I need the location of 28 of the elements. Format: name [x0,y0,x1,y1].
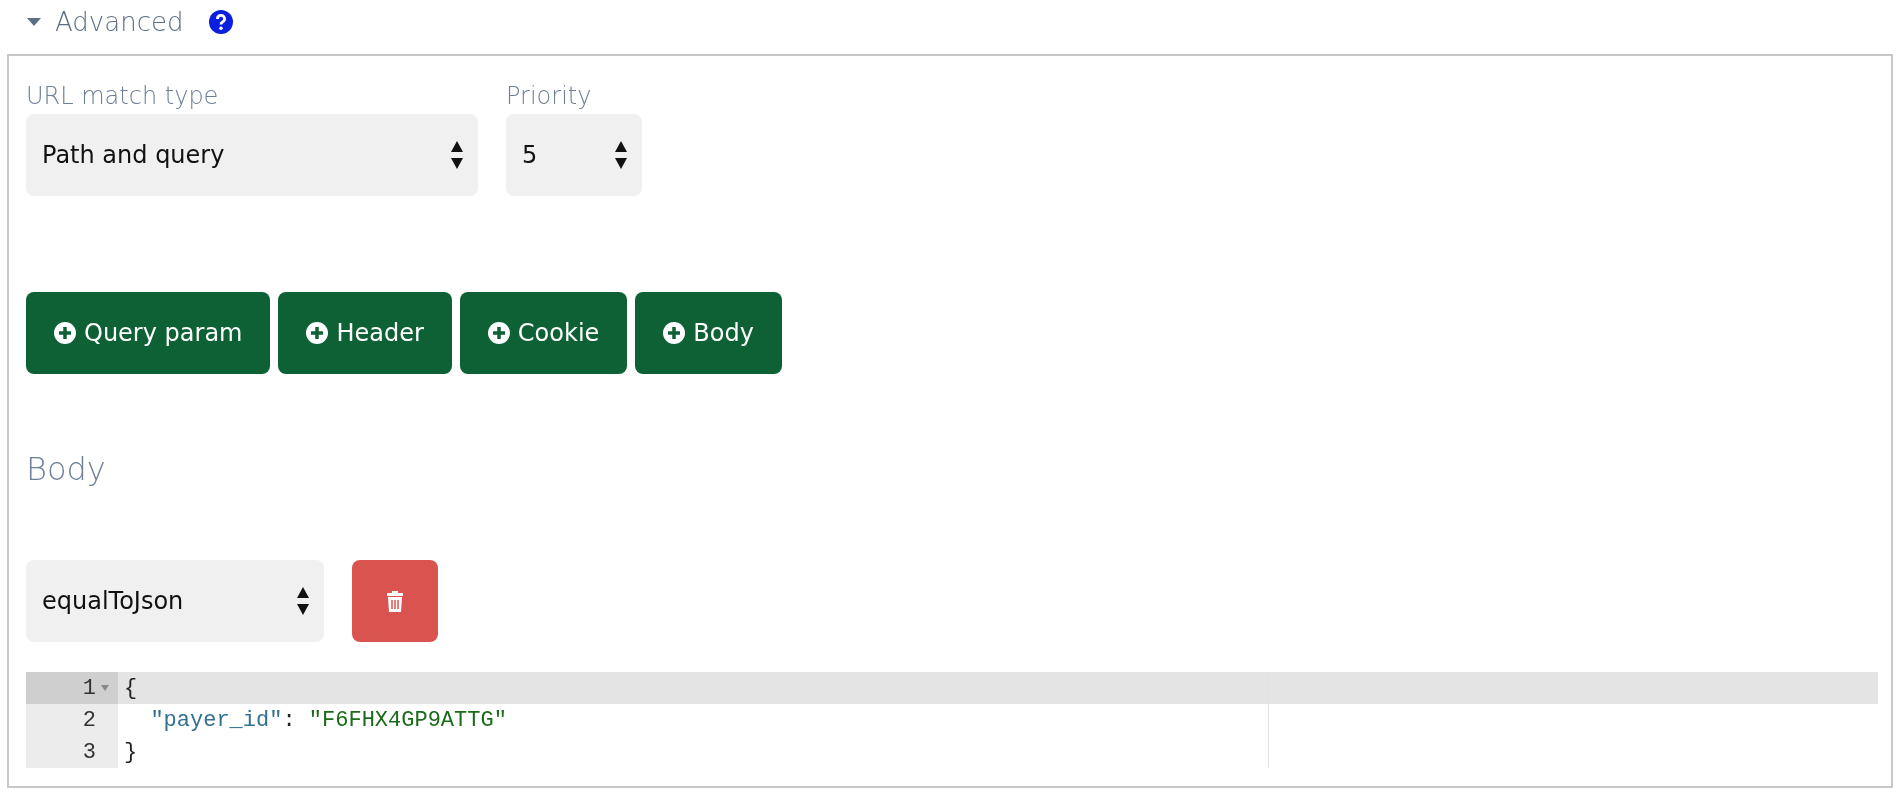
up-down-icon [450,140,464,170]
plus-icon [54,322,76,344]
select-field[interactable]: equalToJson [26,560,324,642]
plus-icon [306,322,329,344]
section-heading: Body [26,450,107,488]
code-line: "payer_id": "F6FHX4GP9ATTG" [149,707,507,733]
select-field[interactable]: 5 [506,114,642,196]
code-line: } [123,739,138,765]
code-line: { [123,675,138,701]
help-icon[interactable] [209,10,234,34]
caret-icon[interactable] [27,17,41,27]
add-button[interactable]: Header [278,292,452,374]
section-title[interactable]: Advanced [55,7,184,37]
add-button[interactable]: Cookie [459,292,628,374]
up-down-icon [296,586,310,616]
delete-button[interactable] [352,560,438,642]
up-down-icon [614,140,628,170]
add-button[interactable]: Body [635,292,782,374]
line-number: 3 [82,739,96,765]
field-label: Priority [506,82,593,110]
plus-icon [663,322,686,344]
plus-icon [487,322,510,344]
trash-icon [386,590,404,612]
add-button[interactable]: Query param [26,292,271,374]
line-number: 2 [82,707,96,733]
line-number: 1 [82,675,96,701]
select-field[interactable]: Path and query [26,114,478,196]
field-label: URL match type [26,82,220,110]
